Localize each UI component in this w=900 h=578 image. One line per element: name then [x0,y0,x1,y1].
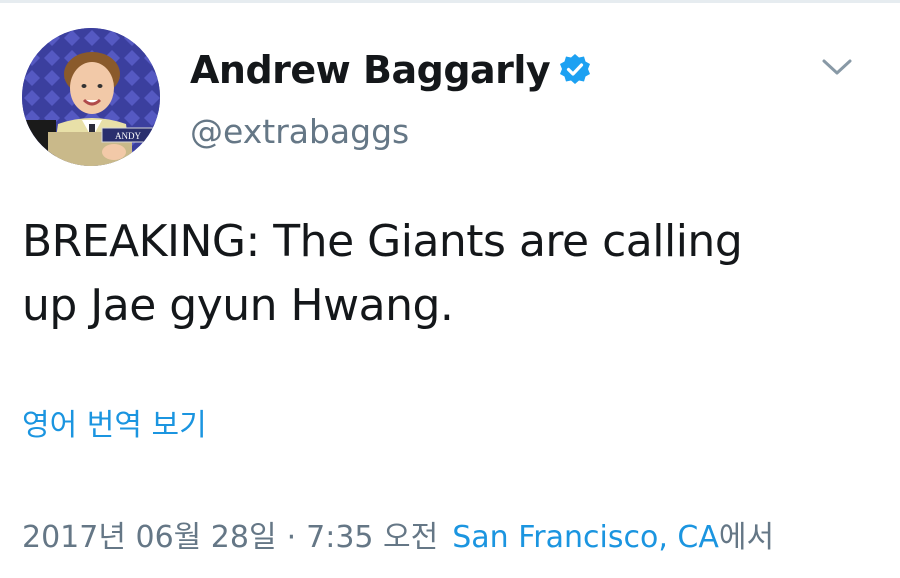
translate-link[interactable]: 영어 번역 보기 [22,400,207,444]
meta-separator: · [286,520,297,555]
verified-badge-icon [558,53,592,87]
top-divider [0,0,900,3]
display-name-row[interactable]: Andrew Baggarly [190,48,592,92]
tweet-meta: 2017년 06월 28일 · 7:35 오전 San Francisco, C… [22,512,774,556]
user-handle[interactable]: @extrabaggs [190,112,409,151]
avatar[interactable]: ANDY [22,28,160,166]
location-suffix: 에서 [718,520,775,555]
tweet-text-line-1: BREAKING: The Giants are calling [22,216,743,267]
tweet-location-link[interactable]: San Francisco, CA [452,520,719,555]
display-name[interactable]: Andrew Baggarly [190,48,551,92]
tweet-text: BREAKING: The Giants are calling up Jae … [22,210,882,338]
tweet-text-line-2: up Jae gyun Hwang. [22,280,454,331]
avatar-nameplate: ANDY [115,131,141,141]
tweet-date[interactable]: 2017년 06월 28일 [22,512,277,556]
tweet-card: ANDY Andrew Baggarly @extrabaggs BREAKIN… [0,0,900,578]
chevron-down-icon[interactable] [818,52,856,82]
tweet-time[interactable]: 7:35 오전 [306,512,438,556]
